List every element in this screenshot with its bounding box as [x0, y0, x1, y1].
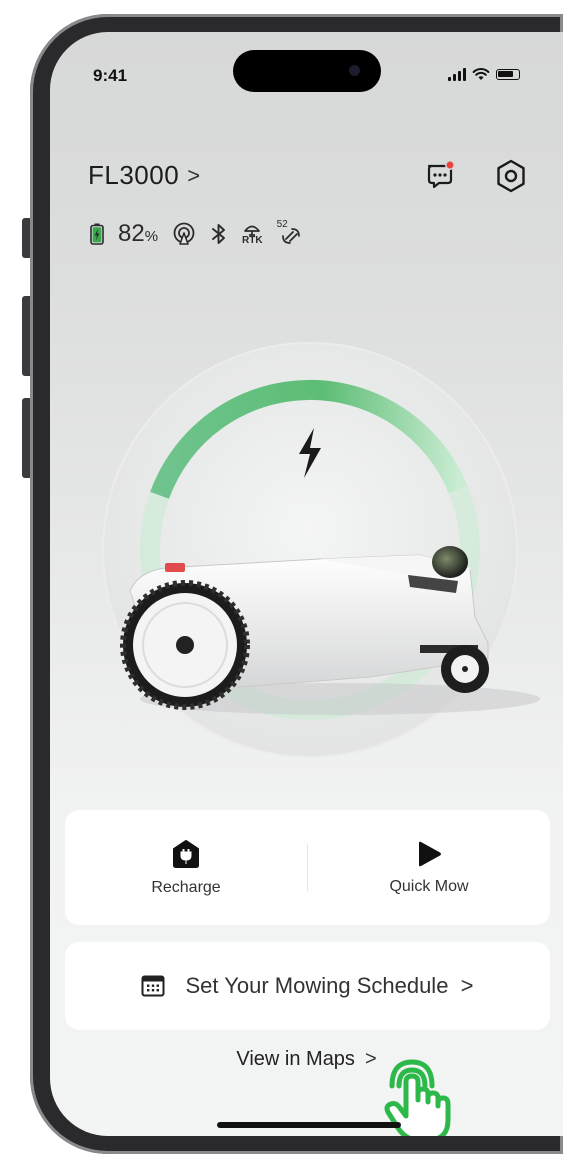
schedule-label: Set Your Mowing Schedule > [185, 973, 474, 998]
device-chevron: > [187, 162, 201, 188]
battery-charging-icon [90, 223, 104, 245]
signal-hotspot-icon [173, 222, 195, 245]
silent-switch [22, 218, 30, 258]
action-card: Recharge Quick Mow [65, 810, 550, 925]
satellite-icon: 52 [277, 219, 303, 247]
mower-illustration [120, 546, 540, 715]
mowing-schedule-button[interactable]: Set Your Mowing Schedule > [65, 942, 550, 1030]
rtk-icon: RTK [242, 223, 263, 246]
maps-label: View in Maps [236, 1048, 355, 1070]
home-indicator [217, 1122, 401, 1128]
device-stats: 82% RTK 52 [90, 219, 303, 248]
device-name: FL3000 [88, 160, 180, 190]
recharge-button[interactable]: Recharge [65, 810, 307, 925]
status-time: 9:41 [93, 66, 128, 85]
quick-mow-label: Quick Mow [389, 877, 469, 895]
volume-down-button [22, 398, 30, 478]
device-selector[interactable]: FL3000 > [88, 160, 200, 191]
quick-mow-button[interactable]: Quick Mow [308, 810, 550, 925]
cellular-icon [448, 67, 466, 81]
wifi-icon [472, 68, 490, 80]
recharge-label: Recharge [151, 878, 221, 896]
phone-battery-icon [496, 68, 520, 80]
maps-chevron: > [364, 1048, 377, 1070]
notification-dot [445, 160, 455, 170]
volume-up-button [22, 296, 30, 376]
play-icon [419, 841, 441, 866]
bluetooth-icon [212, 224, 225, 244]
dynamic-island [233, 50, 381, 92]
status-icons [448, 64, 520, 84]
view-in-maps-link[interactable]: View in Maps > [50, 1048, 563, 1071]
home-plug-icon [173, 839, 199, 868]
app-screen: 9:41 FL3000 > 82% RTK 52 Recharge Quick … [50, 32, 563, 1136]
camera-dot [349, 65, 360, 76]
battery-percentage: 82% [118, 220, 159, 247]
chat-bubble-icon[interactable] [424, 160, 456, 192]
hexagon-settings-icon[interactable] [494, 158, 528, 194]
calendar-icon [141, 975, 165, 997]
